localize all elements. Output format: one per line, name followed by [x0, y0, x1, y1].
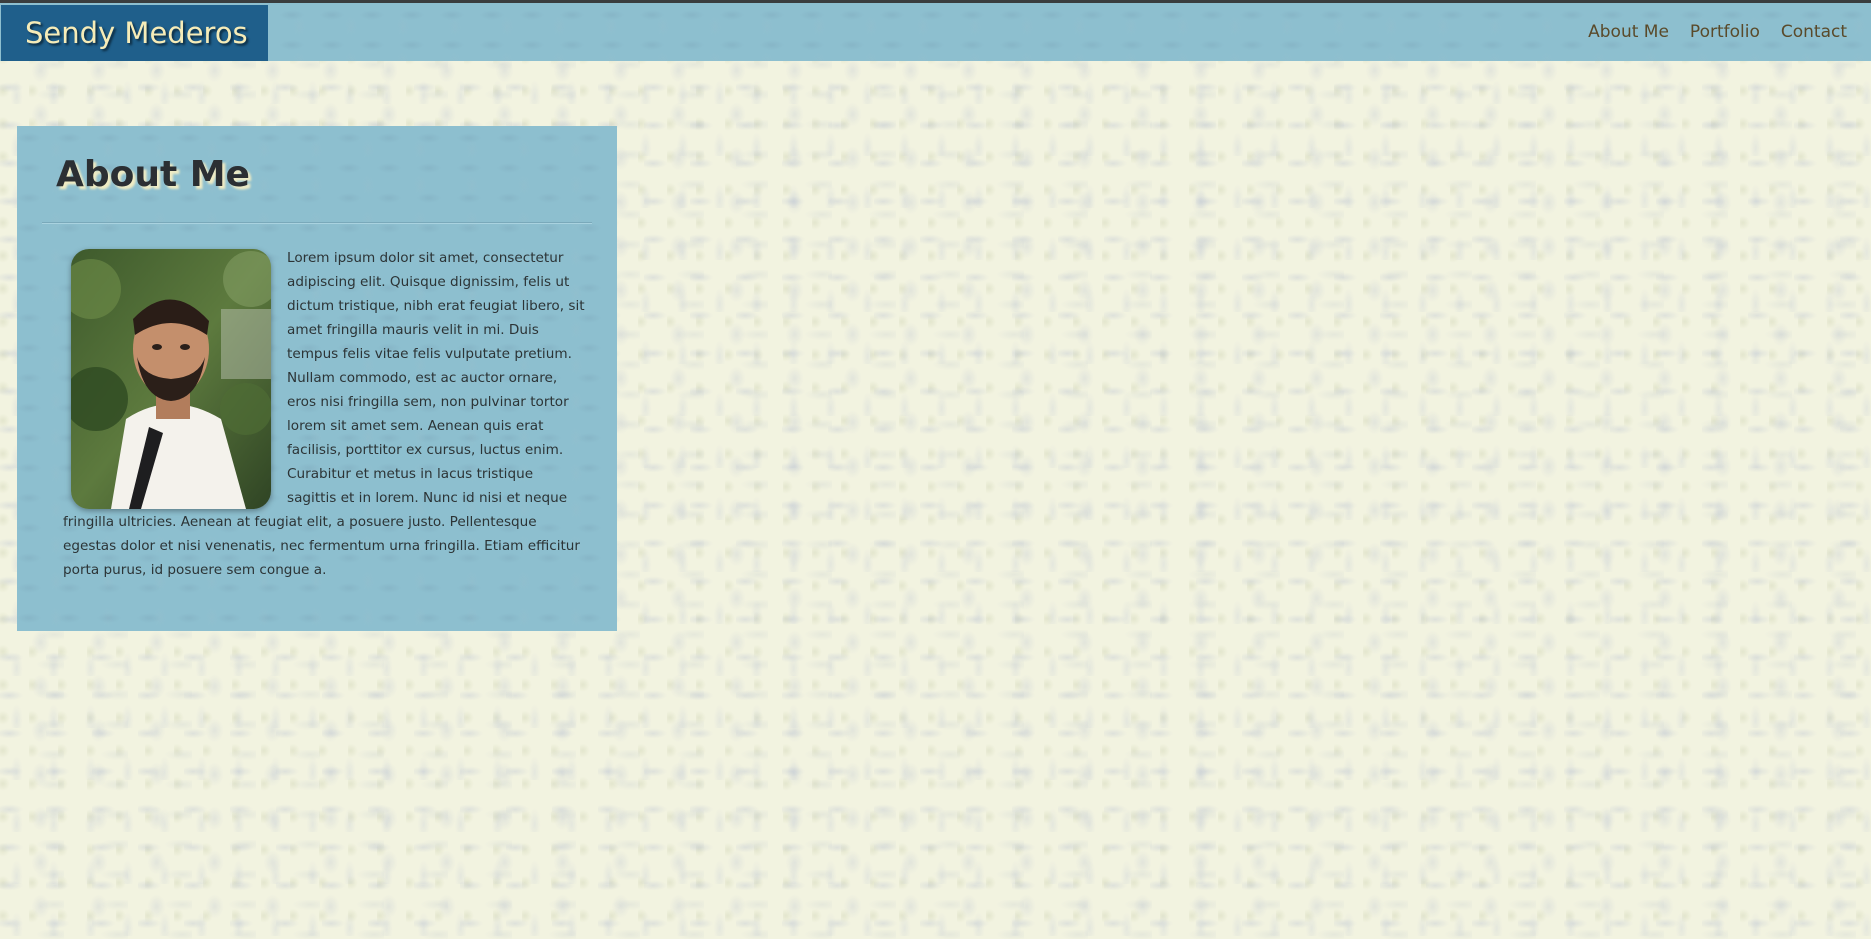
about-divider: [42, 222, 592, 224]
nav-link-about-me[interactable]: About Me: [1588, 22, 1669, 42]
about-panel: About Me Lorem ipsum dolor sit amet, con…: [17, 126, 617, 631]
profile-photo: [71, 249, 271, 509]
nav-link-portfolio[interactable]: Portfolio: [1690, 22, 1760, 42]
about-heading: About Me: [56, 154, 250, 195]
navbar: Sendy Mederos About Me Portfolio Contact: [0, 3, 1871, 61]
nav-link-contact[interactable]: Contact: [1781, 22, 1847, 42]
nav-links: About Me Portfolio Contact: [1588, 3, 1847, 61]
about-body: Lorem ipsum dolor sit amet, consectetur …: [63, 246, 585, 582]
brand-link[interactable]: Sendy Mederos: [1, 5, 268, 61]
